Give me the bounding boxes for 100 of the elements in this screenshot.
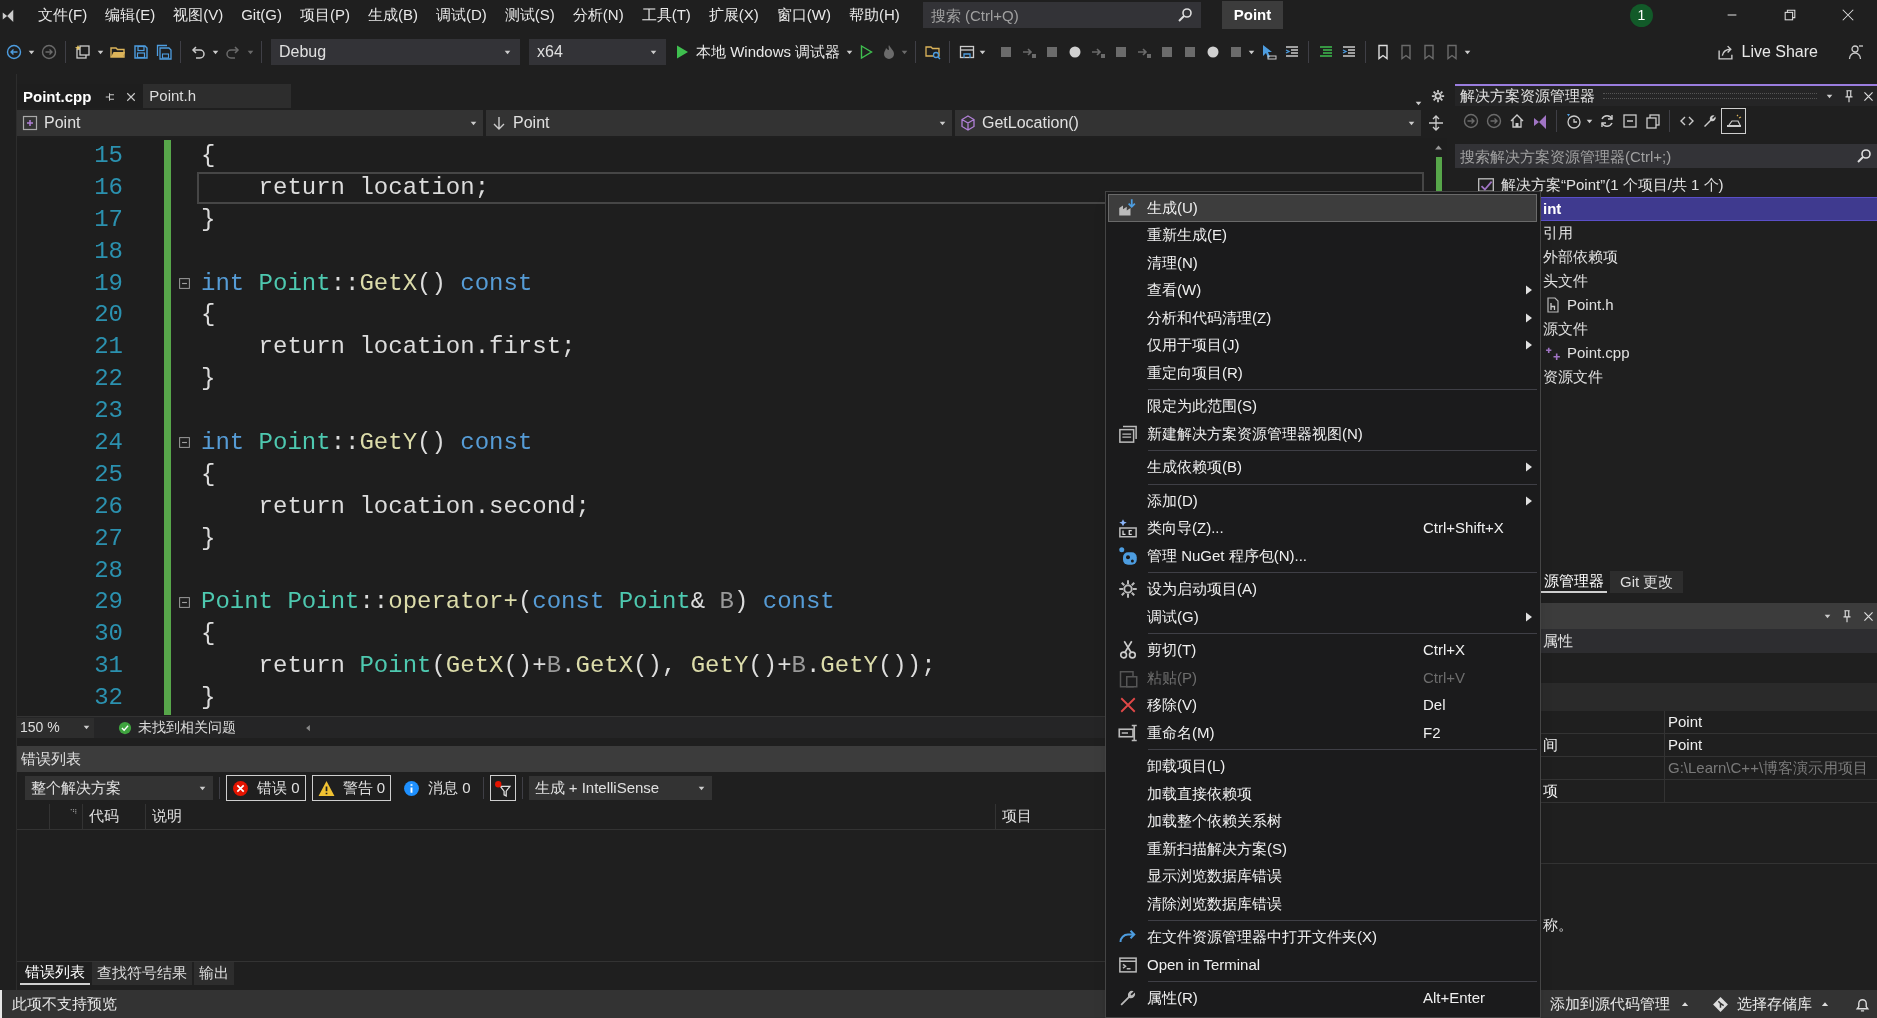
collapse-icon[interactable]	[177, 277, 191, 290]
menu-item[interactable]: 剪切(T) Ctrl+X	[1108, 636, 1537, 664]
search-field[interactable]: 搜索 (Ctrl+Q)	[922, 2, 1201, 28]
collapse-icon[interactable]	[177, 595, 191, 609]
search-field[interactable]: 搜索解决方案资源管理器(Ctrl+;)	[1455, 144, 1877, 168]
menu-item[interactable]: 属性(R) Alt+Enter	[1108, 984, 1537, 1012]
menu-item[interactable]: 重新扫描解决方案(S)	[1108, 835, 1537, 863]
menu-item[interactable]: 窗口(W)	[767, 2, 840, 28]
close-icon[interactable]	[125, 91, 138, 103]
menu-item[interactable]: 分析(N)	[563, 2, 633, 28]
menu-item[interactable]: 在文件资源管理器中打开文件夹(X)	[1108, 923, 1537, 951]
panel-tab[interactable]: 查找符号结果	[92, 962, 192, 985]
new-item-icon[interactable]	[74, 44, 91, 60]
source-control-button[interactable]: 添加到源代码管理	[1550, 992, 1690, 1016]
copy-icon[interactable]	[1644, 113, 1661, 129]
menu-item[interactable]: 测试(S)	[495, 2, 564, 28]
property-value[interactable]: Point	[1668, 734, 1703, 756]
menu-item[interactable]: 管理 NuGet 程序包(N)...	[1108, 542, 1537, 570]
menu-item[interactable]: 查看(W)	[1108, 276, 1537, 304]
filter-toggle[interactable]: 消息 0	[397, 775, 477, 801]
menu-item[interactable]: 重新生成(E)	[1108, 221, 1537, 249]
panel-tab[interactable]: 错误列表	[20, 962, 90, 985]
notification-badge[interactable]: 1	[1630, 3, 1653, 27]
tree-item[interactable]: 引用	[1543, 221, 1573, 245]
undo-icon[interactable]	[189, 44, 206, 60]
switch-view-icon[interactable]	[1531, 113, 1548, 129]
menu-item[interactable]: 文件(F)	[29, 2, 97, 28]
navigation-dropdown[interactable]: Point	[17, 110, 483, 136]
outdent-icon[interactable]	[1340, 44, 1357, 60]
scope-dropdown[interactable]: 整个解决方案	[25, 776, 213, 800]
close-icon[interactable]	[1862, 89, 1875, 103]
tree-item[interactable]: 源文件	[1543, 317, 1588, 341]
filter-button[interactable]	[489, 775, 516, 801]
caret-icon[interactable]	[1414, 99, 1423, 108]
menu-item[interactable]: 调试(G)	[1108, 603, 1537, 631]
menu-item[interactable]: 清除浏览数据库错误	[1108, 890, 1537, 918]
open-folder-icon[interactable]	[109, 44, 126, 60]
tree-item[interactable]: Point.h	[1567, 293, 1614, 317]
menu-item[interactable]: 加载直接依赖项	[1108, 780, 1537, 808]
menu-item[interactable]: 扩展(X)	[699, 2, 768, 28]
tree-item[interactable]: int	[1543, 197, 1562, 221]
list-icon[interactable]	[1283, 44, 1300, 60]
start-debugging-button[interactable]: 本地 Windows 调试器	[674, 38, 841, 66]
menu-item[interactable]: 移除(V) Del	[1108, 691, 1537, 719]
platform-dropdown[interactable]: x64	[529, 39, 666, 65]
menu-item[interactable]: 生成(U)	[1108, 194, 1537, 222]
menu-item[interactable]: Git(G)	[232, 2, 291, 28]
menu-item[interactable]: 帮助(H)	[839, 2, 909, 28]
repository-button[interactable]: 选择存储库	[1712, 992, 1830, 1016]
settings-icon[interactable]	[1431, 89, 1445, 103]
column-header[interactable]: 说明	[152, 805, 182, 828]
menu-item[interactable]: 工具(T)	[632, 2, 700, 28]
tree-item[interactable]: 头文件	[1543, 269, 1588, 293]
clock-icon[interactable]	[1565, 113, 1582, 129]
sort-icon[interactable]	[69, 808, 78, 817]
menu-item[interactable]: 重命名(M) F2	[1108, 719, 1537, 747]
forward-icon[interactable]	[1485, 113, 1502, 129]
zoom-dropdown[interactable]: 150 %	[17, 717, 94, 738]
person-icon[interactable]	[1847, 44, 1864, 60]
close-icon[interactable]	[1862, 609, 1875, 623]
tree-item[interactable]: 外部依赖项	[1543, 245, 1618, 269]
menu-item[interactable]: 生成依赖项(B)	[1108, 453, 1537, 481]
menu-item[interactable]: 重定向项目(R)	[1108, 359, 1537, 387]
collapse-all-icon[interactable]	[1621, 113, 1638, 129]
restore-icon[interactable]	[1783, 8, 1797, 22]
indent-icon[interactable]	[1317, 44, 1334, 60]
cursor-icon[interactable]	[1260, 44, 1277, 60]
navigation-dropdown[interactable]: Point	[486, 110, 952, 136]
search-icon[interactable]	[1856, 148, 1872, 164]
column-header[interactable]: 项目	[1002, 805, 1032, 828]
folder-search-icon[interactable]	[924, 44, 941, 60]
menu-item[interactable]: 新建解决方案资源管理器视图(N)	[1108, 420, 1537, 448]
menu-item[interactable]: 卸载项目(L)	[1108, 752, 1537, 780]
menu-item[interactable]: 仅用于项目(J)	[1108, 331, 1537, 359]
home-icon[interactable]	[1508, 113, 1525, 129]
save-all-icon[interactable]	[155, 44, 172, 60]
preview-toggle[interactable]	[1721, 108, 1746, 134]
menu-item[interactable]: 项目(P)	[291, 2, 359, 28]
caret-icon[interactable]	[82, 723, 91, 732]
tree-item[interactable]: 资源文件	[1543, 365, 1603, 389]
menu-item[interactable]: Open in Terminal	[1108, 951, 1537, 979]
close-icon[interactable]	[1841, 8, 1855, 22]
menu-item[interactable]: 加载整个依赖关系树	[1108, 807, 1537, 835]
menu-item[interactable]: 视图(V)	[164, 2, 233, 28]
save-icon[interactable]	[132, 44, 149, 60]
menu-item[interactable]: 生成(B)	[359, 2, 427, 28]
menu-item[interactable]: 清理(N)	[1108, 249, 1537, 277]
window-icon[interactable]	[958, 44, 975, 60]
filter-toggle[interactable]: 错误 0	[226, 775, 306, 801]
menu-item[interactable]: 显示浏览数据库错误	[1108, 862, 1537, 890]
menu-item[interactable]: 类向导(Z)... Ctrl+Shift+X	[1108, 514, 1537, 542]
menu-item[interactable]: 添加(D)	[1108, 487, 1537, 515]
menu-item[interactable]: 设为启动项目(A)	[1108, 575, 1537, 603]
collapse-icon[interactable]	[177, 436, 191, 450]
panel-tab[interactable]: Git 更改	[1610, 571, 1684, 593]
refresh-icon[interactable]	[1598, 113, 1615, 129]
search-icon[interactable]	[1176, 7, 1193, 23]
scroll-up-icon[interactable]	[1433, 142, 1444, 153]
navigation-dropdown[interactable]: GetLocation()	[955, 110, 1421, 136]
source-dropdown[interactable]: 生成 + IntelliSense	[528, 776, 712, 800]
